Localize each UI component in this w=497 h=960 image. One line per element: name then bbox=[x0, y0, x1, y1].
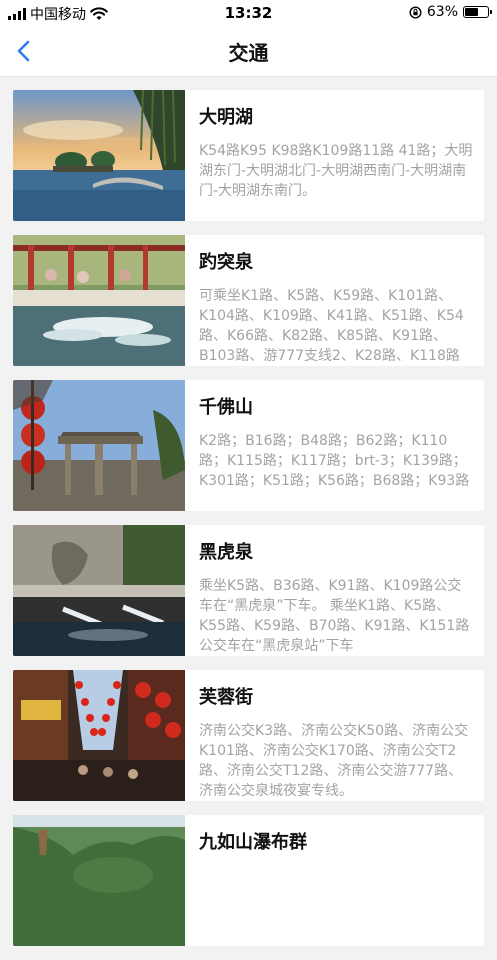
list-item[interactable]: 九如山瀑布群 bbox=[13, 815, 484, 946]
status-right: 63% bbox=[409, 4, 492, 20]
place-name: 千佛山 bbox=[199, 397, 253, 418]
battery-percent: 63% bbox=[426, 4, 458, 20]
transport-info: 乘坐K5路、B36路、K91路、K109路公交车在“黑虎泉”下车。 乘坐K1路、… bbox=[199, 578, 470, 654]
place-name: 芙蓉街 bbox=[199, 687, 253, 708]
rotation-lock-icon bbox=[409, 5, 422, 19]
place-name: 大明湖 bbox=[199, 107, 253, 128]
list-item[interactable]: 芙蓉街 济南公交K3路、济南公交K50路、济南公交K101路、济南公交K170路… bbox=[13, 670, 484, 801]
transport-info: K2路；B16路；B48路；B62路；K110路；K115路；K117路；brt… bbox=[199, 433, 470, 489]
place-photo bbox=[13, 815, 185, 946]
place-photo bbox=[13, 380, 185, 511]
transport-info: 可乘坐K1路、K5路、K59路、K101路、K104路、K109路、K41路、K… bbox=[199, 288, 464, 364]
place-name: 黑虎泉 bbox=[199, 542, 253, 563]
status-bar: 中国移动 13:32 63% bbox=[0, 0, 497, 26]
place-photo bbox=[13, 235, 185, 366]
battery-icon bbox=[463, 6, 492, 18]
nav-bar: 交通 bbox=[0, 26, 497, 77]
list-item[interactable]: 千佛山 K2路；B16路；B48路；B62路；K110路；K115路；K117路… bbox=[13, 380, 484, 511]
place-name: 趵突泉 bbox=[199, 252, 253, 273]
place-name: 九如山瀑布群 bbox=[199, 832, 307, 853]
place-photo bbox=[13, 90, 185, 221]
list-item[interactable]: 大明湖 K54路K95 K98路K109路11路 41路；大明湖东门-大明湖北门… bbox=[13, 90, 484, 221]
list-item[interactable]: 黑虎泉 乘坐K5路、B36路、K91路、K109路公交车在“黑虎泉”下车。 乘坐… bbox=[13, 525, 484, 656]
transport-info: 济南公交K3路、济南公交K50路、济南公交K101路、济南公交K170路、济南公… bbox=[199, 723, 469, 799]
place-photo bbox=[13, 670, 185, 801]
page-title: 交通 bbox=[228, 41, 269, 65]
place-photo bbox=[13, 525, 185, 656]
place-list: 大明湖 K54路K95 K98路K109路11路 41路；大明湖东门-大明湖北门… bbox=[13, 90, 484, 960]
transport-info: K54路K95 K98路K109路11路 41路；大明湖东门-大明湖北门-大明湖… bbox=[199, 143, 473, 199]
list-item[interactable]: 趵突泉 可乘坐K1路、K5路、K59路、K101路、K104路、K109路、K4… bbox=[13, 235, 484, 366]
